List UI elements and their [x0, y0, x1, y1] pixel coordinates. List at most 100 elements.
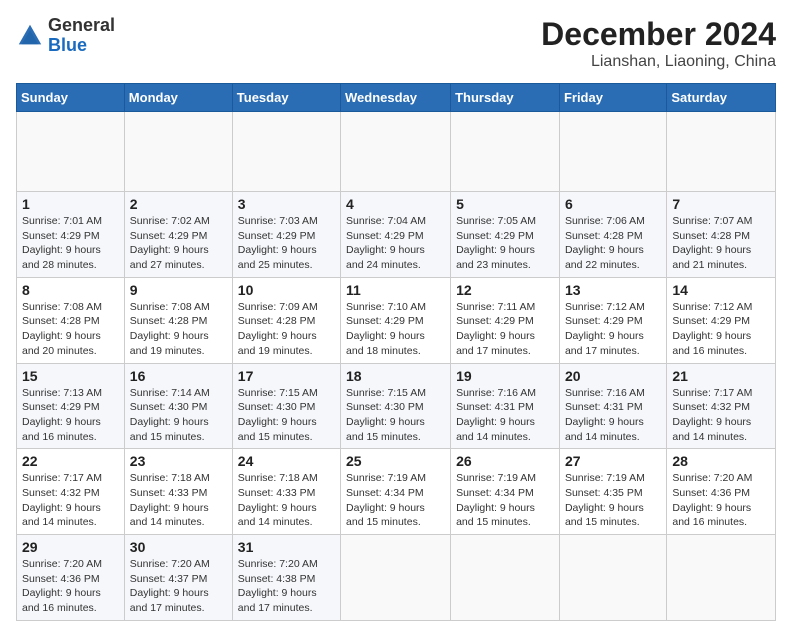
table-row: 7 Sunrise: 7:07 AM Sunset: 4:28 PM Dayli… — [667, 192, 776, 278]
day-info: Sunrise: 7:12 AM Sunset: 4:29 PM Dayligh… — [565, 300, 661, 359]
day-number: 4 — [346, 196, 445, 212]
header-tuesday: Tuesday — [232, 84, 340, 112]
table-row: 20 Sunrise: 7:16 AM Sunset: 4:31 PM Dayl… — [559, 363, 666, 449]
day-info: Sunrise: 7:03 AM Sunset: 4:29 PM Dayligh… — [238, 214, 335, 273]
day-info: Sunrise: 7:02 AM Sunset: 4:29 PM Dayligh… — [130, 214, 227, 273]
day-info: Sunrise: 7:13 AM Sunset: 4:29 PM Dayligh… — [22, 386, 119, 445]
day-number: 19 — [456, 368, 554, 384]
day-info: Sunrise: 7:08 AM Sunset: 4:28 PM Dayligh… — [130, 300, 227, 359]
day-number: 28 — [672, 453, 770, 469]
table-row — [667, 535, 776, 621]
table-row: 2 Sunrise: 7:02 AM Sunset: 4:29 PM Dayli… — [124, 192, 232, 278]
logo: General Blue — [16, 16, 115, 56]
day-number: 3 — [238, 196, 335, 212]
calendar-week-row: 1 Sunrise: 7:01 AM Sunset: 4:29 PM Dayli… — [17, 192, 776, 278]
day-number: 2 — [130, 196, 227, 212]
day-info: Sunrise: 7:18 AM Sunset: 4:33 PM Dayligh… — [130, 471, 227, 530]
day-info: Sunrise: 7:20 AM Sunset: 4:36 PM Dayligh… — [672, 471, 770, 530]
table-row: 27 Sunrise: 7:19 AM Sunset: 4:35 PM Dayl… — [559, 449, 666, 535]
day-info: Sunrise: 7:16 AM Sunset: 4:31 PM Dayligh… — [456, 386, 554, 445]
table-row: 14 Sunrise: 7:12 AM Sunset: 4:29 PM Dayl… — [667, 277, 776, 363]
table-row: 6 Sunrise: 7:06 AM Sunset: 4:28 PM Dayli… — [559, 192, 666, 278]
table-row: 21 Sunrise: 7:17 AM Sunset: 4:32 PM Dayl… — [667, 363, 776, 449]
table-row: 12 Sunrise: 7:11 AM Sunset: 4:29 PM Dayl… — [451, 277, 560, 363]
day-info: Sunrise: 7:06 AM Sunset: 4:28 PM Dayligh… — [565, 214, 661, 273]
logo-icon — [16, 22, 44, 50]
day-number: 16 — [130, 368, 227, 384]
header-saturday: Saturday — [667, 84, 776, 112]
table-row: 3 Sunrise: 7:03 AM Sunset: 4:29 PM Dayli… — [232, 192, 340, 278]
day-number: 8 — [22, 282, 119, 298]
day-number: 12 — [456, 282, 554, 298]
day-number: 7 — [672, 196, 770, 212]
day-info: Sunrise: 7:15 AM Sunset: 4:30 PM Dayligh… — [346, 386, 445, 445]
header-monday: Monday — [124, 84, 232, 112]
table-row — [451, 112, 560, 192]
table-row: 4 Sunrise: 7:04 AM Sunset: 4:29 PM Dayli… — [341, 192, 451, 278]
day-number: 25 — [346, 453, 445, 469]
table-row: 19 Sunrise: 7:16 AM Sunset: 4:31 PM Dayl… — [451, 363, 560, 449]
table-row: 15 Sunrise: 7:13 AM Sunset: 4:29 PM Dayl… — [17, 363, 125, 449]
table-row: 18 Sunrise: 7:15 AM Sunset: 4:30 PM Dayl… — [341, 363, 451, 449]
day-info: Sunrise: 7:16 AM Sunset: 4:31 PM Dayligh… — [565, 386, 661, 445]
table-row — [124, 112, 232, 192]
day-info: Sunrise: 7:18 AM Sunset: 4:33 PM Dayligh… — [238, 471, 335, 530]
day-number: 21 — [672, 368, 770, 384]
header-thursday: Thursday — [451, 84, 560, 112]
table-row: 22 Sunrise: 7:17 AM Sunset: 4:32 PM Dayl… — [17, 449, 125, 535]
day-number: 23 — [130, 453, 227, 469]
table-row: 24 Sunrise: 7:18 AM Sunset: 4:33 PM Dayl… — [232, 449, 340, 535]
day-info: Sunrise: 7:15 AM Sunset: 4:30 PM Dayligh… — [238, 386, 335, 445]
calendar-week-row: 15 Sunrise: 7:13 AM Sunset: 4:29 PM Dayl… — [17, 363, 776, 449]
location-title: Lianshan, Liaoning, China — [541, 53, 776, 71]
day-info: Sunrise: 7:20 AM Sunset: 4:38 PM Dayligh… — [238, 557, 335, 616]
day-info: Sunrise: 7:17 AM Sunset: 4:32 PM Dayligh… — [672, 386, 770, 445]
table-row: 11 Sunrise: 7:10 AM Sunset: 4:29 PM Dayl… — [341, 277, 451, 363]
day-number: 9 — [130, 282, 227, 298]
day-number: 10 — [238, 282, 335, 298]
table-row: 23 Sunrise: 7:18 AM Sunset: 4:33 PM Dayl… — [124, 449, 232, 535]
day-info: Sunrise: 7:20 AM Sunset: 4:37 PM Dayligh… — [130, 557, 227, 616]
calendar-week-row — [17, 112, 776, 192]
logo-blue: Blue — [48, 35, 87, 55]
day-number: 5 — [456, 196, 554, 212]
table-row: 31 Sunrise: 7:20 AM Sunset: 4:38 PM Dayl… — [232, 535, 340, 621]
day-info: Sunrise: 7:19 AM Sunset: 4:35 PM Dayligh… — [565, 471, 661, 530]
table-row — [559, 535, 666, 621]
days-header-row: Sunday Monday Tuesday Wednesday Thursday… — [17, 84, 776, 112]
table-row — [341, 112, 451, 192]
day-info: Sunrise: 7:17 AM Sunset: 4:32 PM Dayligh… — [22, 471, 119, 530]
day-number: 30 — [130, 539, 227, 555]
table-row: 17 Sunrise: 7:15 AM Sunset: 4:30 PM Dayl… — [232, 363, 340, 449]
day-info: Sunrise: 7:10 AM Sunset: 4:29 PM Dayligh… — [346, 300, 445, 359]
table-row: 10 Sunrise: 7:09 AM Sunset: 4:28 PM Dayl… — [232, 277, 340, 363]
day-number: 18 — [346, 368, 445, 384]
day-number: 17 — [238, 368, 335, 384]
day-number: 27 — [565, 453, 661, 469]
header-friday: Friday — [559, 84, 666, 112]
day-number: 20 — [565, 368, 661, 384]
calendar-table: Sunday Monday Tuesday Wednesday Thursday… — [16, 83, 776, 621]
day-info: Sunrise: 7:04 AM Sunset: 4:29 PM Dayligh… — [346, 214, 445, 273]
day-number: 15 — [22, 368, 119, 384]
title-area: December 2024 Lianshan, Liaoning, China — [541, 16, 776, 71]
table-row: 16 Sunrise: 7:14 AM Sunset: 4:30 PM Dayl… — [124, 363, 232, 449]
calendar-week-row: 22 Sunrise: 7:17 AM Sunset: 4:32 PM Dayl… — [17, 449, 776, 535]
day-number: 22 — [22, 453, 119, 469]
table-row — [341, 535, 451, 621]
day-info: Sunrise: 7:19 AM Sunset: 4:34 PM Dayligh… — [456, 471, 554, 530]
table-row: 26 Sunrise: 7:19 AM Sunset: 4:34 PM Dayl… — [451, 449, 560, 535]
day-number: 14 — [672, 282, 770, 298]
day-info: Sunrise: 7:08 AM Sunset: 4:28 PM Dayligh… — [22, 300, 119, 359]
table-row — [667, 112, 776, 192]
table-row: 9 Sunrise: 7:08 AM Sunset: 4:28 PM Dayli… — [124, 277, 232, 363]
table-row — [232, 112, 340, 192]
day-info: Sunrise: 7:07 AM Sunset: 4:28 PM Dayligh… — [672, 214, 770, 273]
day-info: Sunrise: 7:01 AM Sunset: 4:29 PM Dayligh… — [22, 214, 119, 273]
table-row: 25 Sunrise: 7:19 AM Sunset: 4:34 PM Dayl… — [341, 449, 451, 535]
table-row: 30 Sunrise: 7:20 AM Sunset: 4:37 PM Dayl… — [124, 535, 232, 621]
logo-general: General — [48, 15, 115, 35]
calendar-week-row: 29 Sunrise: 7:20 AM Sunset: 4:36 PM Dayl… — [17, 535, 776, 621]
header: General Blue December 2024 Lianshan, Lia… — [16, 16, 776, 71]
day-info: Sunrise: 7:14 AM Sunset: 4:30 PM Dayligh… — [130, 386, 227, 445]
